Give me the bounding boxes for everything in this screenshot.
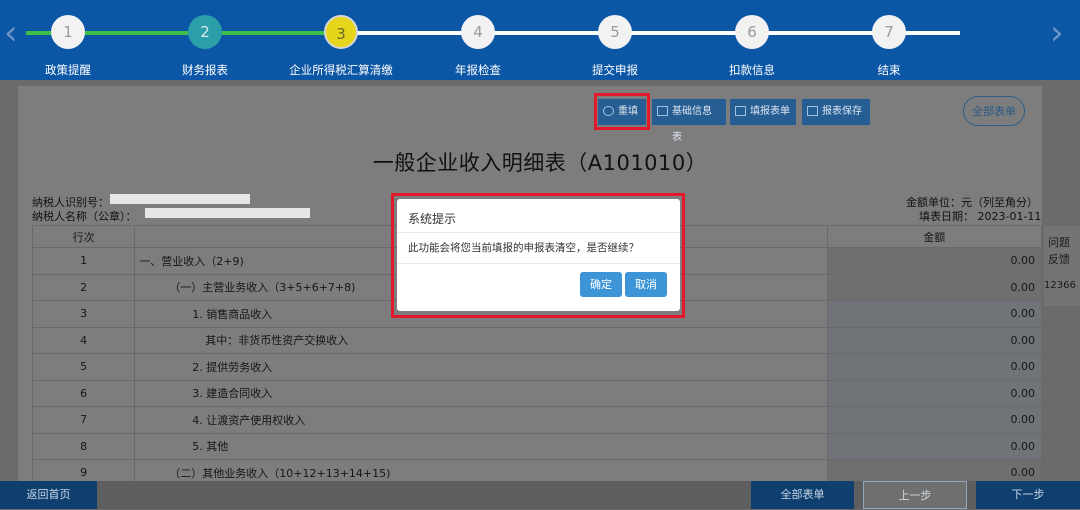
- all-forms-bottom-button[interactable]: 全部表单: [751, 481, 854, 509]
- line-number: 8: [31, 432, 136, 460]
- step-5-circle[interactable]: 5: [598, 15, 632, 49]
- basic-info-button[interactable]: 基础信息表: [652, 99, 726, 143]
- table-icon: [657, 106, 668, 116]
- table-row: 8 5. 其他 0.00: [31, 432, 1043, 460]
- amount-input[interactable]: 0.00: [826, 353, 1043, 381]
- taxpayer-name-label: 纳税人名称（公章）：: [32, 210, 137, 223]
- amount-input[interactable]: 0.00: [826, 432, 1043, 460]
- amount-input[interactable]: 0.00: [826, 300, 1043, 328]
- amount-input[interactable]: 0.00: [826, 326, 1043, 354]
- save-icon: [807, 106, 818, 116]
- home-button[interactable]: 返回首页: [0, 481, 97, 509]
- all-forms-button[interactable]: 全部表单: [963, 96, 1025, 126]
- step-1-label[interactable]: 政策提醒: [13, 62, 123, 78]
- next-arrow-icon[interactable]: ›: [1050, 16, 1064, 50]
- step-1-circle[interactable]: 1: [51, 15, 85, 49]
- fill-date-label: 填表日期： 2023-01-11: [919, 210, 1042, 223]
- table-row: 5 2. 提供劳务收入 0.00: [31, 353, 1043, 381]
- step-5-label[interactable]: 提交申报: [560, 62, 670, 78]
- progress-bar: ‹ › 1 2 3 4 5 6 7 政策提醒 财务报表 企业所得税汇算清缴 年报…: [0, 0, 1080, 80]
- step-3-label[interactable]: 企业所得税汇算清缴: [286, 62, 396, 78]
- step-7-circle[interactable]: 7: [872, 15, 906, 49]
- step-4-circle[interactable]: 4: [461, 15, 495, 49]
- dialog-divider: [397, 232, 680, 233]
- amount-cell: 0.00: [826, 247, 1043, 275]
- table-icon: [735, 106, 746, 116]
- step-6-circle[interactable]: 6: [735, 15, 769, 49]
- amount-input[interactable]: 0.00: [826, 406, 1043, 434]
- item-name: 4. 让渡资产使用权收入: [134, 406, 828, 434]
- feedback-widget[interactable]: 问题 反馈 12366: [1044, 226, 1080, 306]
- item-name: 3. 建造合同收入: [134, 379, 828, 407]
- cancel-button[interactable]: 取消: [625, 272, 667, 297]
- line-number: 3: [31, 300, 136, 328]
- item-name: 2. 提供劳务收入: [134, 353, 828, 381]
- table-row: 7 4. 让渡资产使用权收入 0.00: [31, 406, 1043, 434]
- line-number: 1: [31, 247, 136, 275]
- dialog-message: 此功能会将您当前填报的申报表清空，是否继续？: [408, 242, 639, 254]
- confirm-button[interactable]: 确定: [580, 272, 622, 297]
- dialog-divider: [397, 263, 680, 264]
- line-number: 6: [31, 379, 136, 407]
- amount-cell: 0.00: [826, 273, 1043, 301]
- refill-highlight: [594, 93, 650, 130]
- step-2-label[interactable]: 财务报表: [150, 62, 260, 78]
- save-report-button[interactable]: 报表保存: [802, 99, 870, 125]
- step-7-label[interactable]: 结束: [834, 62, 944, 78]
- item-name: 5. 其他: [134, 432, 828, 460]
- line-number: 5: [31, 353, 136, 381]
- column-header-amount: 金额: [826, 225, 1043, 248]
- feedback-line1: 问题: [1048, 236, 1070, 249]
- step-2-circle[interactable]: 2: [188, 15, 222, 49]
- system-dialog: 系统提示 此功能会将您当前填报的申报表清空，是否继续？ 确定 取消: [397, 199, 680, 311]
- table-row: 6 3. 建造合同收入 0.00: [31, 379, 1043, 407]
- prev-step-button[interactable]: 上一步: [863, 481, 967, 509]
- feedback-line2: 反馈: [1048, 253, 1070, 266]
- step-4-label[interactable]: 年报检查: [423, 62, 533, 78]
- prev-arrow-icon[interactable]: ‹: [4, 16, 18, 50]
- dialog-title: 系统提示: [408, 212, 457, 226]
- amount-input[interactable]: 0.00: [826, 379, 1043, 407]
- line-number: 7: [31, 406, 136, 434]
- line-number: 4: [31, 326, 136, 354]
- column-header-line: 行次: [31, 225, 136, 248]
- table-row: 4 其中：非货币性资产交换收入 0.00: [31, 326, 1043, 354]
- feedback-hotline: 12366: [1044, 280, 1076, 291]
- item-name: 其中：非货币性资产交换收入: [134, 326, 828, 354]
- redacted-id: [110, 194, 250, 204]
- progress-line-pending: [340, 31, 960, 35]
- line-number: 2: [31, 273, 136, 301]
- save-report-label: 报表保存: [822, 106, 862, 117]
- form-title: 一般企业收入明细表（A101010）: [372, 151, 708, 175]
- redacted-name: [145, 208, 310, 218]
- fill-list-button[interactable]: 填报表单: [730, 99, 796, 125]
- step-6-label[interactable]: 扣款信息: [697, 62, 807, 78]
- fill-list-label: 填报表单: [750, 106, 790, 117]
- step-3-circle[interactable]: 3: [324, 15, 358, 49]
- next-step-button[interactable]: 下一步: [976, 481, 1080, 509]
